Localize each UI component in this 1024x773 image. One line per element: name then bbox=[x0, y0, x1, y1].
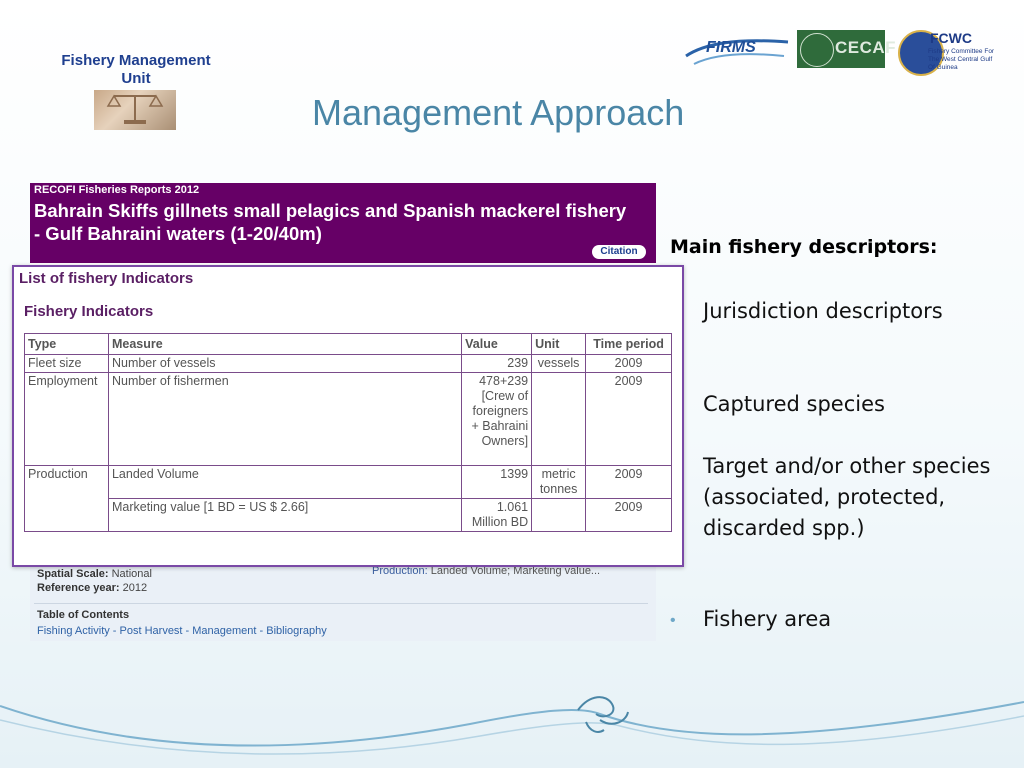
spatial-scale-value: National bbox=[111, 568, 152, 580]
firms-text: FIRMS bbox=[706, 39, 756, 56]
indicators-heading: List of fishery Indicators bbox=[19, 270, 194, 287]
fcwc-subtitle: Fishery Committee For The West Central G… bbox=[928, 48, 995, 71]
cell-unit bbox=[531, 372, 587, 466]
report-series: RECOFI Fisheries Reports 2012 bbox=[34, 184, 200, 196]
descriptor-item: Fishery area bbox=[703, 607, 832, 631]
column-header: Time period bbox=[585, 333, 672, 355]
column-header: Type bbox=[24, 333, 109, 355]
cecaf-logo: CECAF bbox=[797, 30, 896, 68]
cell-value: 478+239 [Crew of foreigners + Bahraini O… bbox=[461, 372, 533, 466]
cell-unit: metric tonnes bbox=[531, 465, 587, 499]
column-header: Measure bbox=[107, 333, 463, 355]
cell-measure: Landed Volume bbox=[107, 465, 463, 499]
cell-type: Fleet size bbox=[24, 354, 109, 373]
indicators-subheading: Fishery Indicators bbox=[24, 303, 154, 320]
cell-type: Production bbox=[24, 465, 109, 532]
decorative-wave bbox=[0, 680, 1024, 768]
report-title: Bahrain Skiffs gillnets small pelagics a… bbox=[34, 200, 627, 244]
table-header-row: Type Measure Value Unit Time period bbox=[24, 333, 672, 355]
reference-year-label: Reference year: bbox=[37, 582, 120, 594]
column-header: Value bbox=[461, 333, 533, 355]
cell-measure: Number of fishermen bbox=[107, 372, 463, 466]
indicators-table: Type Measure Value Unit Time period Flee… bbox=[24, 333, 672, 532]
fcwc-text: FCWC bbox=[930, 30, 972, 46]
logo-image bbox=[94, 90, 176, 130]
cell-period: 2009 bbox=[585, 465, 672, 499]
fao-seal-icon bbox=[800, 33, 834, 67]
cell-period: 2009 bbox=[585, 372, 672, 466]
descriptor-item: Captured species bbox=[703, 392, 885, 416]
slide-title: Management Approach bbox=[312, 92, 685, 133]
cell-unit bbox=[531, 498, 587, 532]
report-header: RECOFI Fisheries Reports 2012 Bahrain Sk… bbox=[30, 183, 656, 263]
cecaf-text: CECAF bbox=[835, 38, 897, 57]
reference-year: Reference year: 2012 bbox=[37, 582, 147, 594]
report-summary: Spatial Scale: National Reference year: … bbox=[30, 563, 656, 641]
logo-title: Fishery Management Unit bbox=[61, 52, 211, 87]
fishery-indicators-panel: List of fishery Indicators Fishery Indic… bbox=[12, 265, 684, 567]
firms-logo: FIRMS bbox=[684, 30, 790, 70]
cell-value: 1.061 Million BD bbox=[461, 498, 533, 532]
bullet-icon: • bbox=[670, 612, 676, 629]
reference-year-value: 2012 bbox=[122, 582, 148, 594]
descriptors-heading: Main fishery descriptors: bbox=[670, 236, 938, 258]
cell-measure: Marketing value [1 BD = US $ 2.66] bbox=[107, 498, 463, 532]
toc-heading: Table of Contents bbox=[37, 609, 130, 621]
table-row: Employment Number of fishermen 478+239 [… bbox=[24, 372, 672, 466]
fishery-descriptors: Main fishery descriptors: Jurisdiction d… bbox=[670, 236, 1010, 631]
table-row: Marketing value [1 BD = US $ 2.66] 1.061… bbox=[25, 498, 672, 532]
table-row: Fleet size Number of vessels 239 vessels… bbox=[24, 354, 672, 373]
cell-type: Employment bbox=[24, 372, 109, 466]
cell-unit: vessels bbox=[531, 354, 587, 373]
column-header: Unit bbox=[531, 333, 587, 355]
fcwc-logo: FCWC Fishery Committee For The West Cent… bbox=[898, 28, 998, 76]
fishery-management-unit-logo: Fishery Management Unit bbox=[48, 48, 224, 136]
cell-value: 239 bbox=[461, 354, 533, 373]
cell-value: 1399 bbox=[461, 465, 533, 499]
citation-button[interactable]: Citation bbox=[592, 245, 646, 259]
toc-links[interactable]: Fishing Activity - Post Harvest - Manage… bbox=[37, 625, 327, 637]
spatial-scale-label: Spatial Scale: bbox=[37, 568, 109, 580]
table-row: Production Landed Volume 1399 metric ton… bbox=[24, 465, 672, 532]
descriptor-item: Jurisdiction descriptors bbox=[703, 299, 943, 323]
divider bbox=[34, 603, 648, 604]
cell-period: 2009 bbox=[585, 498, 672, 532]
cell-period: 2009 bbox=[585, 354, 672, 373]
spatial-scale: Spatial Scale: National bbox=[37, 568, 152, 580]
descriptor-item: Target and/or other species (associated,… bbox=[703, 454, 991, 540]
cell-measure: Number of vessels bbox=[107, 354, 463, 373]
